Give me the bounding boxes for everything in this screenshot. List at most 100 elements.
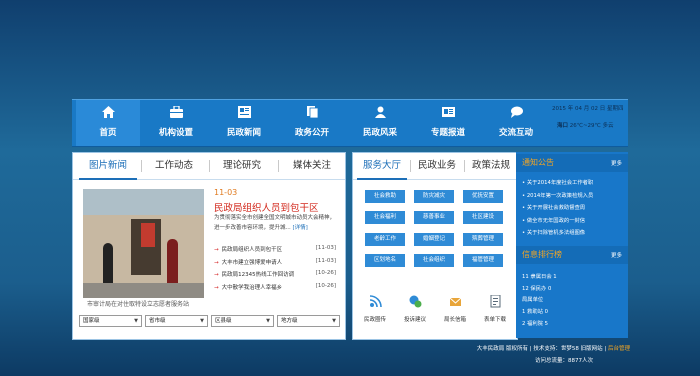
service-button[interactable]: 区划地名 xyxy=(365,254,405,267)
news-panel: 图片新闻 工作动态 理论研究 媒体关注 1234 市审计局在对住取特设立志愿者服… xyxy=(72,152,346,340)
weather-temp: 26℃~29℃ 多云 xyxy=(569,123,614,129)
nav-item-label: 交流互动 xyxy=(498,128,533,138)
nav-item-interaction[interactable]: 交流互动 xyxy=(484,100,548,146)
nav-item-label: 专题报道 xyxy=(430,128,465,138)
list-item[interactable]: • 关于扫除管机多法组图像 xyxy=(522,228,626,241)
news-icon xyxy=(238,106,251,118)
select-value: 省市级 xyxy=(149,318,166,324)
nav-item-label: 首页 xyxy=(99,128,117,138)
tab-civil-affairs[interactable]: 民政业务 xyxy=(413,153,461,179)
service-button[interactable]: 殡葬管理 xyxy=(463,233,503,246)
service-button[interactable]: 老龄工作 xyxy=(365,233,405,246)
person-icon xyxy=(375,106,386,118)
notice-title: 通知公告 xyxy=(522,158,554,167)
select-district[interactable]: 区县级 ▼ xyxy=(211,315,274,327)
service-button[interactable]: 优抚安置 xyxy=(463,190,503,203)
arrow-icon: → xyxy=(214,272,219,278)
nav-item-style[interactable]: 民政风采 xyxy=(348,100,412,146)
tab-divider xyxy=(209,160,210,172)
rank-more-link[interactable]: 更多 xyxy=(611,251,622,259)
footer-line: 大丰民政局 版权所有 | 技术支持：世梦58 旧版网站 | 后台管理 xyxy=(430,344,630,352)
arrow-icon: → xyxy=(214,259,219,266)
rank-item[interactable]: 2 福利院 5 xyxy=(522,319,626,331)
service-button[interactable]: 慈善事业 xyxy=(414,211,454,224)
tab-work-updates[interactable]: 工作动态 xyxy=(145,153,203,179)
select-value: 地方级 xyxy=(281,318,298,324)
featured-title[interactable]: 民政局组织人员到包干区 xyxy=(214,200,319,214)
tab-divider xyxy=(278,160,279,172)
tab-media[interactable]: 媒体关注 xyxy=(283,153,341,179)
featured-desc-text: 为贯彻落实全市创建全国文明城市动员大会精神，进一步改善市容环境，提升城... xyxy=(214,215,336,231)
admin-link[interactable]: 后台管理 xyxy=(608,346,630,352)
service-button[interactable]: 社会救助 xyxy=(365,190,405,203)
photo-sign-board xyxy=(141,223,155,247)
list-item-title: 大丰市建立强博爱申请人 xyxy=(221,259,283,266)
nav-item-news[interactable]: 民政新闻 xyxy=(212,100,276,146)
tool-download[interactable]: 表单下载 xyxy=(479,295,511,327)
service-button[interactable]: 婚姻登记 xyxy=(414,233,454,246)
nav-item-public-affairs[interactable]: 政务公开 xyxy=(280,100,344,146)
nav-item-label: 民政新闻 xyxy=(226,128,261,138)
tool-label: 投诉建议 xyxy=(403,317,426,323)
tool-label: 表单下载 xyxy=(483,317,506,323)
list-item[interactable]: → 民政局组织人员到包干区 [11-03] xyxy=(214,245,340,258)
list-item-title: 民政局12345热线工作回访调 xyxy=(221,272,295,278)
tool-mailbox[interactable]: 局长信箱 xyxy=(439,295,471,327)
list-item[interactable]: • 关于开展社会救助督查周 xyxy=(522,203,626,216)
list-item[interactable]: → 大丰市建立强博爱申请人 [11-03] xyxy=(214,258,340,271)
list-item[interactable]: • 关于2014年度社会工作者职 xyxy=(522,178,626,191)
main-nav: 首页 机构设置 民政新闻 政务公开 民政风采 专题报道 交流互动 xyxy=(72,99,628,147)
select-value: 国家级 xyxy=(83,318,100,324)
news-photo[interactable]: 1234 xyxy=(83,189,204,298)
select-provincial[interactable]: 省市级 ▼ xyxy=(145,315,208,327)
weather-city: 海口 xyxy=(557,123,569,129)
nav-item-special-reports[interactable]: 专题报道 xyxy=(416,100,480,146)
photo-caption[interactable]: 市审计局在对住取特设立志愿者服务站 xyxy=(87,299,217,308)
featured-date: 11-03 xyxy=(214,188,238,197)
tab-theory[interactable]: 理论研究 xyxy=(213,153,271,179)
select-national[interactable]: 国家级 ▼ xyxy=(79,315,142,327)
rank-item: 局属单位 xyxy=(522,297,544,304)
service-button[interactable]: 社区建设 xyxy=(463,211,503,224)
service-button[interactable]: 社会组织 xyxy=(414,254,454,267)
service-button[interactable]: 防灾减灾 xyxy=(414,190,454,203)
chat-icon xyxy=(511,106,523,118)
date-display: 2015 年 04 月 02 日 星期四 xyxy=(552,106,624,112)
tab-divider xyxy=(464,160,465,172)
download-icon xyxy=(490,295,501,308)
chevron-down-icon: ▼ xyxy=(332,318,336,324)
select-local[interactable]: 地方级 ▼ xyxy=(277,315,340,327)
service-button[interactable]: 社会福利 xyxy=(365,211,405,224)
notice-text: 2014年第一次政策检规入员 xyxy=(526,192,594,199)
footer-links[interactable]: 世梦58 旧版网站 | xyxy=(561,346,606,352)
service-tabs: 服务大厅 民政业务 政策法规 xyxy=(353,153,517,180)
arrow-icon: → xyxy=(214,247,219,253)
briefcase-icon xyxy=(170,106,183,118)
chevron-down-icon: ▼ xyxy=(200,318,204,324)
tab-photo-news[interactable]: 图片新闻 xyxy=(79,153,137,180)
rank-title: 信息排行榜 xyxy=(522,250,562,259)
link-selects: 国家级 ▼ 省市级 ▼ 区县级 ▼ 地方级 ▼ xyxy=(79,315,341,327)
list-item[interactable]: • 做全市无年国政的一封信 xyxy=(522,216,626,229)
details-link[interactable]: [详情] xyxy=(293,225,308,231)
tab-policies[interactable]: 政策法规 xyxy=(467,153,515,179)
tool-rss[interactable]: 民政圈传 xyxy=(359,295,391,327)
nav-item-organization[interactable]: 机构设置 xyxy=(144,100,208,146)
notice-text: 关于2014年度社会工作者职 xyxy=(526,180,594,186)
tool-feedback[interactable]: 投诉建议 xyxy=(399,295,431,327)
photo-person xyxy=(103,243,113,283)
service-button[interactable]: 福管管理 xyxy=(463,254,503,267)
notice-text: 做全市无年国政的一封信 xyxy=(526,217,586,224)
tool-label: 局长信箱 xyxy=(443,317,466,323)
list-item[interactable]: → 大中散学我治理人幸福乡 [10-26] xyxy=(214,283,340,296)
notice-more-link[interactable]: 更多 xyxy=(611,159,622,167)
feedback-icon xyxy=(409,295,422,308)
rank-item[interactable]: 12 保民办 0 xyxy=(522,284,626,296)
rank-item[interactable]: 1 救助站 0 xyxy=(522,307,626,319)
rank-item[interactable]: 11 隶属日会 1 xyxy=(522,272,626,284)
list-item-date: [10-26] xyxy=(315,282,336,289)
list-item[interactable]: → 民政局12345热线工作回访调 [10-26] xyxy=(214,270,340,283)
nav-item-home[interactable]: 首页 xyxy=(76,100,140,146)
list-item[interactable]: • 2014年第一次政策检规入员 xyxy=(522,191,626,204)
tab-service-hall[interactable]: 服务大厅 xyxy=(357,153,407,180)
